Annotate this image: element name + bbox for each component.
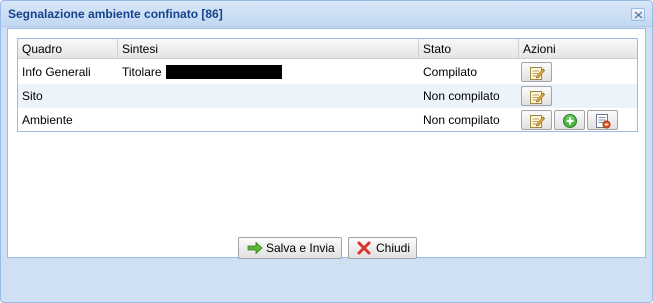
close-icon: [634, 11, 643, 19]
close-button[interactable]: [631, 8, 645, 21]
delete-list-button[interactable]: [587, 110, 618, 130]
edit-button[interactable]: [521, 110, 552, 130]
edit-icon: [530, 91, 545, 104]
delete-list-icon: [596, 114, 611, 129]
cell-stato: Non compilato: [423, 89, 500, 103]
dialog-body: Quadro Sintesi Stato Azioni Info General…: [7, 28, 646, 258]
table-row[interactable]: Sito Non compilato: [18, 84, 637, 108]
sections-grid: Quadro Sintesi Stato Azioni Info General…: [17, 38, 638, 132]
column-header-quadro[interactable]: Quadro: [18, 39, 118, 59]
table-row[interactable]: Ambiente Non compilato: [18, 108, 637, 132]
arrow-right-icon: [247, 241, 263, 255]
close-dialog-button[interactable]: Chiudi: [348, 237, 417, 259]
save-and-send-button[interactable]: Salva e Invia: [238, 237, 342, 259]
grid-header: Quadro Sintesi Stato Azioni: [18, 39, 637, 59]
cell-sintesi: Titolare: [118, 60, 419, 84]
cell-stato: Compilato: [423, 65, 478, 79]
cell-stato: Non compilato: [423, 113, 500, 127]
edit-button[interactable]: [521, 86, 552, 106]
column-header-stato[interactable]: Stato: [419, 39, 519, 59]
cell-quadro: Sito: [22, 89, 43, 103]
add-icon: [563, 114, 577, 128]
dialog-window: Segnalazione ambiente confinato [86] Qua…: [0, 0, 653, 303]
edit-icon: [530, 67, 545, 80]
edit-button[interactable]: [521, 62, 552, 82]
close-dialog-label: Chiudi: [376, 241, 411, 255]
save-and-send-label: Salva e Invia: [266, 241, 335, 255]
dialog-titlebar[interactable]: Segnalazione ambiente confinato [86]: [1, 1, 652, 27]
column-header-sintesi[interactable]: Sintesi: [118, 39, 419, 59]
cell-sintesi-text: Titolare: [122, 65, 162, 79]
cell-sintesi: [118, 108, 419, 132]
table-row[interactable]: Info Generali Titolare Compilato: [18, 60, 637, 84]
column-header-azioni[interactable]: Azioni: [519, 39, 637, 59]
close-red-icon: [357, 241, 371, 255]
cell-quadro: Ambiente: [22, 113, 73, 127]
cell-quadro: Info Generali: [22, 65, 91, 79]
redacted-value: [165, 65, 282, 79]
dialog-title: Segnalazione ambiente confinato [86]: [8, 7, 223, 21]
cell-sintesi: [118, 84, 419, 108]
edit-icon: [530, 115, 545, 128]
add-button[interactable]: [554, 110, 585, 130]
